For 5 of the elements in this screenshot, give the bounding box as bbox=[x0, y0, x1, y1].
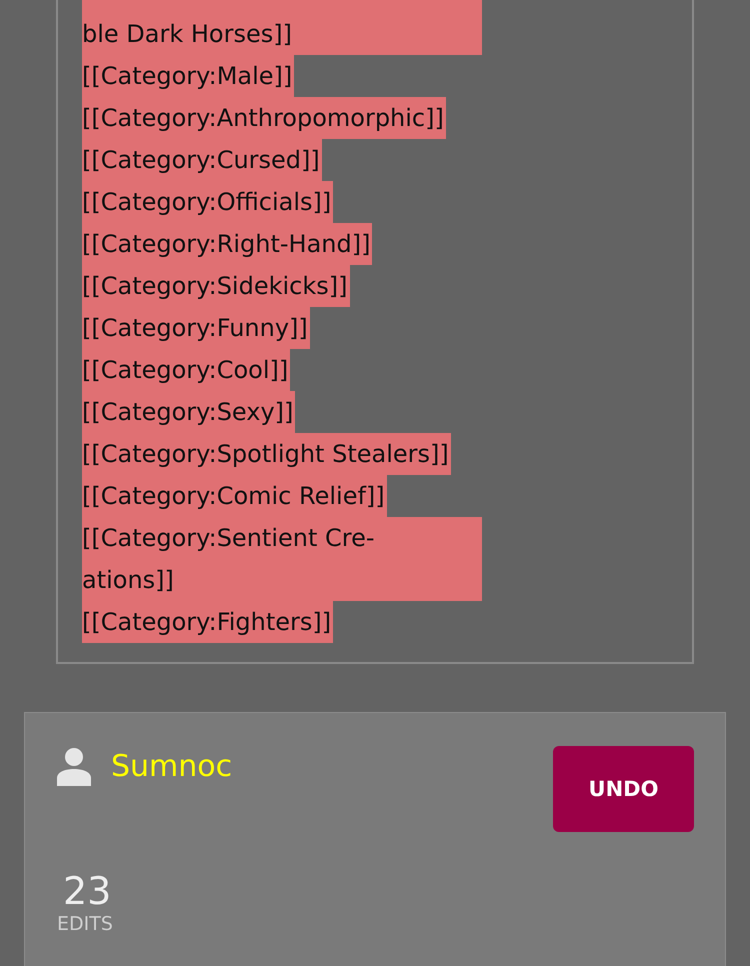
username-link[interactable]: Sumnoc bbox=[111, 750, 232, 784]
undo-button[interactable]: UNDO bbox=[553, 746, 694, 832]
edits-label: EDITS bbox=[57, 912, 114, 936]
user-icon bbox=[57, 748, 91, 786]
edit-count: 23 bbox=[62, 870, 112, 912]
